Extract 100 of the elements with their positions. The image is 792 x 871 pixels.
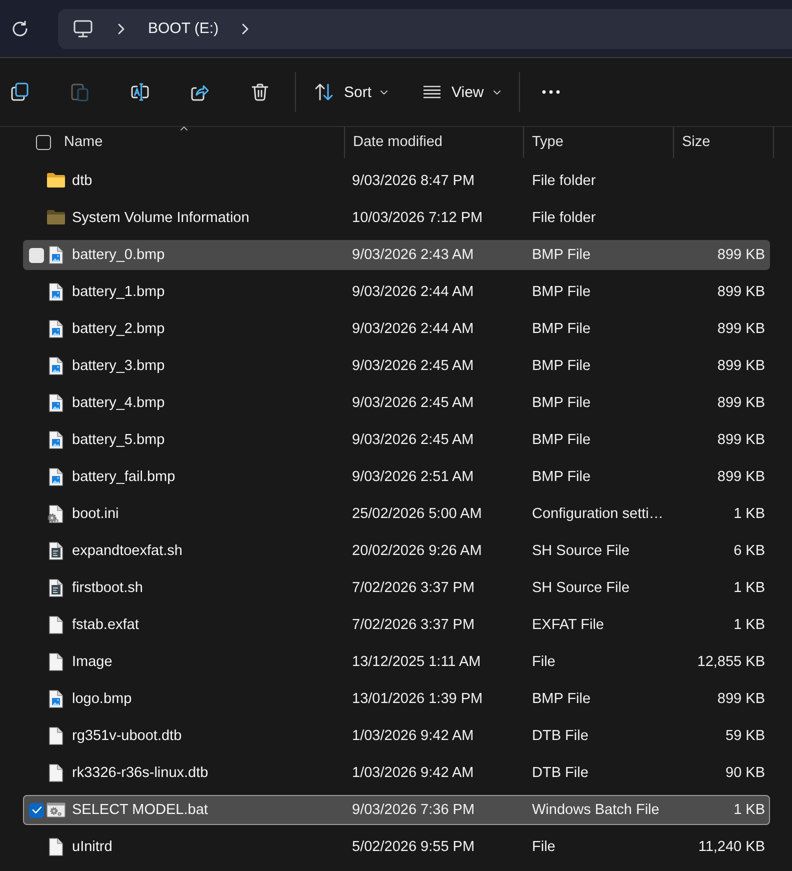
file-name: expandtoexfat.sh [72, 544, 182, 558]
file-type: File [532, 654, 556, 670]
file-type: File folder [532, 210, 596, 226]
file-size: 12,855 KB [697, 654, 765, 670]
column-header[interactable]: Date modified [351, 132, 444, 153]
file-name: uInitrd [72, 840, 112, 854]
column-header[interactable]: Size [680, 132, 712, 153]
image-file-icon [46, 319, 66, 339]
column-header[interactable]: Type [530, 132, 566, 153]
file-size: 90 KB [726, 765, 765, 781]
image-file-icon [46, 430, 66, 450]
date-modified: 10/03/2026 7:12 PM [352, 210, 483, 226]
file-name: firstboot.sh [72, 580, 143, 596]
date-modified: 9/03/2026 2:44 AM [352, 321, 474, 337]
file-size: 899 KB [717, 247, 765, 263]
chevron-right-icon[interactable] [240, 22, 249, 34]
file-size: 1 KB [734, 802, 765, 818]
file-size: 899 KB [717, 432, 765, 448]
refresh-icon [11, 20, 29, 38]
file-size: 899 KB [717, 691, 765, 707]
file-type: BMP File [532, 358, 591, 374]
file-size: 1 KB [734, 580, 765, 596]
file-size: 899 KB [717, 284, 765, 300]
select-all-checkbox[interactable] [36, 135, 51, 150]
chevron-right-icon[interactable] [117, 22, 125, 34]
file-type: SH Source File [532, 580, 630, 596]
file-name: battery_4.bmp [72, 396, 165, 410]
file-type: BMP File [532, 321, 591, 337]
date-modified: 9/03/2026 2:45 AM [352, 395, 474, 411]
window-gears-icon [46, 800, 66, 820]
breadcrumb-item[interactable]: BOOT (E:) [148, 17, 219, 40]
file-gears-icon [46, 504, 66, 524]
file-type: File [532, 839, 556, 855]
file-name: battery_0.bmp [72, 248, 165, 262]
file-type: Configuration setti… [532, 506, 664, 522]
caret-down-icon [492, 90, 501, 94]
file-name: rg351v-uboot.dtb [72, 728, 182, 744]
more-dots-icon [542, 90, 560, 94]
copy-icon [10, 82, 30, 102]
file-type: DTB File [532, 728, 588, 744]
image-file-icon [46, 282, 66, 302]
file-type: BMP File [532, 691, 591, 707]
document-lines-icon [46, 541, 66, 561]
image-file-icon [46, 245, 66, 265]
checkmark-icon [32, 806, 42, 814]
date-modified: 7/02/2026 3:37 PM [352, 580, 475, 596]
date-modified: 25/02/2026 5:00 AM [352, 506, 482, 522]
file-name: fstab.exfat [72, 618, 139, 632]
file-type: DTB File [532, 765, 588, 781]
file-row[interactable]: SELECT MODEL.bat 9/03/2026 7:36 PM Windows Batch File 1 KB [23, 795, 770, 825]
file-icon [46, 763, 66, 783]
date-modified: 9/03/2026 2:45 AM [352, 358, 474, 374]
file-type: BMP File [532, 469, 591, 485]
file-size: 899 KB [717, 358, 765, 374]
date-modified: 5/02/2026 9:55 PM [352, 839, 475, 855]
file-type: BMP File [532, 284, 591, 300]
image-file-icon [46, 689, 66, 709]
file-name: logo.bmp [72, 692, 132, 706]
file-size: 1 KB [734, 617, 765, 633]
date-modified: 9/03/2026 2:51 AM [352, 469, 474, 485]
date-modified: 9/03/2026 2:44 AM [352, 284, 474, 300]
sort-arrows-icon [314, 82, 334, 102]
file-name: battery_1.bmp [72, 284, 165, 300]
file-size: 899 KB [717, 321, 765, 337]
image-file-icon [46, 393, 66, 413]
trash-icon [250, 82, 270, 102]
file-size: 11,240 KB [698, 839, 765, 855]
image-file-icon [46, 356, 66, 376]
file-type: BMP File [532, 432, 591, 448]
view-menu-button[interactable]: View [414, 72, 509, 112]
date-modified: 9/03/2026 8:47 PM [352, 173, 475, 189]
file-size: 59 KB [726, 728, 765, 744]
column-header[interactable]: Name [62, 132, 105, 153]
clipboard-icon [70, 82, 90, 102]
date-modified: 7/02/2026 3:37 PM [352, 617, 475, 633]
file-row[interactable]: battery_0.bmp 9/03/2026 2:43 AM BMP File 899 KB [23, 240, 770, 270]
file-type: SH Source File [532, 543, 630, 559]
file-name: battery_3.bmp [72, 358, 165, 374]
file-icon [46, 726, 66, 746]
file-icon [46, 615, 66, 635]
file-size: 899 KB [717, 395, 765, 411]
date-modified: 13/01/2026 1:39 PM [352, 691, 483, 707]
document-lines-icon [46, 578, 66, 598]
file-type: EXFAT File [532, 617, 604, 633]
date-modified: 1/03/2026 9:42 AM [352, 765, 474, 781]
row-checkbox[interactable] [29, 802, 44, 818]
file-type: BMP File [532, 247, 591, 263]
address-bar[interactable]: BOOT (E:) [58, 8, 792, 48]
file-name: battery_fail.bmp [72, 470, 176, 484]
file-icon [46, 652, 66, 672]
file-type: File folder [532, 173, 596, 189]
date-modified: 9/03/2026 7:36 PM [352, 802, 475, 818]
computer-icon[interactable] [73, 20, 93, 38]
file-name: boot.ini [72, 506, 119, 522]
date-modified: 1/03/2026 9:42 AM [352, 728, 474, 744]
date-modified: 13/12/2025 1:11 AM [352, 654, 481, 670]
file-name: SELECT MODEL.bat [72, 802, 208, 818]
file-name: dtb [72, 174, 92, 188]
sort-menu-button[interactable]: Sort [306, 72, 396, 112]
date-modified: 9/03/2026 2:43 AM [352, 247, 474, 263]
